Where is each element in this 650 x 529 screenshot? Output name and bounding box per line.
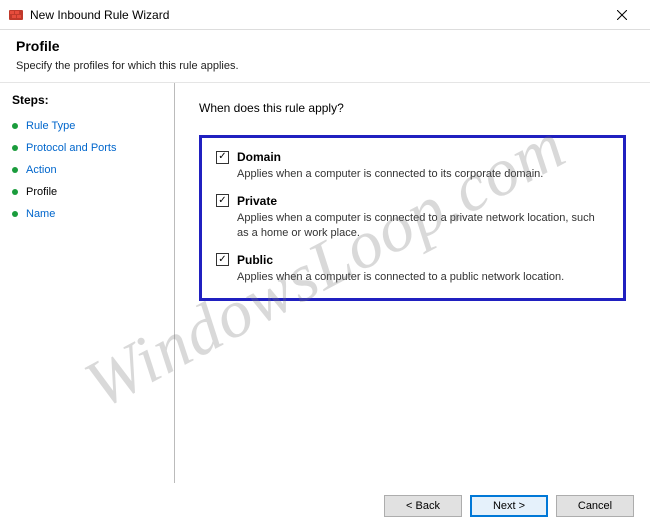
step-profile[interactable]: Profile xyxy=(12,181,162,203)
option-desc: Applies when a computer is connected to … xyxy=(237,270,609,285)
step-action[interactable]: Action xyxy=(12,159,162,181)
bullet-icon xyxy=(12,145,18,151)
bullet-icon xyxy=(12,123,18,129)
step-protocol-and-ports[interactable]: Protocol and Ports xyxy=(12,137,162,159)
step-name[interactable]: Name xyxy=(12,203,162,225)
next-button[interactable]: Next > xyxy=(470,495,548,517)
page-subtitle: Specify the profiles for which this rule… xyxy=(16,60,634,72)
titlebar: New Inbound Rule Wizard xyxy=(0,0,650,30)
option-desc: Applies when a computer is connected to … xyxy=(237,211,609,241)
step-label: Name xyxy=(26,208,55,220)
option-desc: Applies when a computer is connected to … xyxy=(237,167,609,182)
option-domain: ✓ Domain Applies when a computer is conn… xyxy=(216,150,609,182)
back-button[interactable]: < Back xyxy=(384,495,462,517)
close-icon xyxy=(617,10,627,20)
checkbox-public[interactable]: ✓ xyxy=(216,253,229,266)
steps-sidebar: Steps: Rule Type Protocol and Ports Acti… xyxy=(0,83,175,483)
steps-label: Steps: xyxy=(12,93,162,107)
question-text: When does this rule apply? xyxy=(199,101,626,115)
option-label: Public xyxy=(237,253,273,267)
page-title: Profile xyxy=(16,38,634,54)
content-pane: When does this rule apply? ✓ Domain Appl… xyxy=(175,83,650,483)
close-button[interactable] xyxy=(602,1,642,29)
bullet-icon xyxy=(12,167,18,173)
options-group: ✓ Domain Applies when a computer is conn… xyxy=(199,135,626,301)
cancel-button[interactable]: Cancel xyxy=(556,495,634,517)
wizard-header: Profile Specify the profiles for which t… xyxy=(0,30,650,83)
step-rule-type[interactable]: Rule Type xyxy=(12,115,162,137)
bullet-icon xyxy=(12,189,18,195)
firewall-icon xyxy=(8,7,24,23)
button-row: < Back Next > Cancel xyxy=(384,495,634,517)
option-label: Domain xyxy=(237,150,281,164)
step-label: Profile xyxy=(26,186,57,198)
step-label: Rule Type xyxy=(26,120,75,132)
option-public: ✓ Public Applies when a computer is conn… xyxy=(216,253,609,285)
window-title: New Inbound Rule Wizard xyxy=(30,8,602,22)
wizard-body: Steps: Rule Type Protocol and Ports Acti… xyxy=(0,83,650,483)
step-label: Action xyxy=(26,164,57,176)
step-label: Protocol and Ports xyxy=(26,142,117,154)
checkbox-domain[interactable]: ✓ xyxy=(216,151,229,164)
option-label: Private xyxy=(237,194,277,208)
checkbox-private[interactable]: ✓ xyxy=(216,194,229,207)
option-private: ✓ Private Applies when a computer is con… xyxy=(216,194,609,241)
bullet-icon xyxy=(12,211,18,217)
